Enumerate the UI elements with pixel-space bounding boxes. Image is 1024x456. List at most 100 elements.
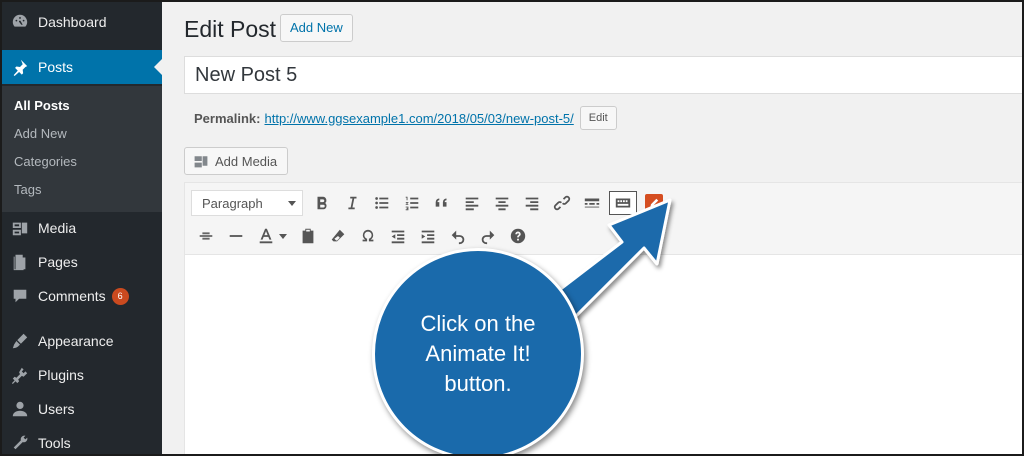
format-select[interactable]: Paragraph bbox=[191, 190, 303, 216]
appearance-icon bbox=[10, 331, 30, 351]
special-character-button[interactable] bbox=[353, 222, 383, 250]
text-color-icon bbox=[259, 228, 273, 244]
align-right-button[interactable] bbox=[517, 189, 547, 217]
instruction-callout: Click on the Animate It! button. bbox=[372, 248, 584, 454]
help-button[interactable] bbox=[503, 222, 533, 250]
animate-it-button[interactable] bbox=[639, 189, 669, 217]
read-more-button[interactable] bbox=[577, 189, 607, 217]
callout-text: Click on the Animate It! button. bbox=[420, 311, 536, 396]
blockquote-button[interactable] bbox=[427, 189, 457, 217]
comments-icon bbox=[10, 286, 30, 306]
post-title-input[interactable]: New Post 5 bbox=[184, 56, 1022, 94]
sidebar-item-plugins[interactable]: Plugins bbox=[2, 358, 162, 392]
sidebar-item-label: Pages bbox=[38, 254, 78, 270]
admin-sidebar: Dashboard Posts All Posts Add New Catego… bbox=[2, 2, 162, 454]
bold-icon bbox=[317, 196, 327, 210]
add-media-button[interactable]: Add Media bbox=[184, 147, 289, 175]
permalink-row: Permalink: http://www.ggsexample1.com/20… bbox=[194, 106, 617, 130]
screenshot-frame: Dashboard Posts All Posts Add New Catego… bbox=[0, 0, 1024, 456]
align-center-icon bbox=[495, 197, 509, 211]
submenu-item-all-posts[interactable]: All Posts bbox=[14, 98, 70, 113]
sidebar-item-tools[interactable]: Tools bbox=[2, 426, 162, 454]
sidebar-item-label: Plugins bbox=[38, 367, 84, 383]
sidebar-item-media[interactable]: Media bbox=[2, 211, 162, 245]
link-icon bbox=[553, 195, 571, 211]
post-editor: Paragraph bbox=[184, 182, 1022, 454]
text-color-button[interactable] bbox=[251, 222, 293, 250]
comments-count-badge: 6 bbox=[111, 287, 129, 305]
paste-as-text-button[interactable] bbox=[293, 222, 323, 250]
align-left-button[interactable] bbox=[457, 189, 487, 217]
italic-icon bbox=[348, 196, 357, 210]
chevron-down-icon bbox=[279, 233, 287, 239]
outdent-icon bbox=[391, 230, 405, 244]
chevron-down-icon bbox=[288, 200, 296, 206]
redo-button[interactable] bbox=[473, 222, 503, 250]
horizontal-line-button[interactable] bbox=[221, 222, 251, 250]
help-icon bbox=[510, 228, 526, 244]
plugins-icon bbox=[10, 365, 30, 385]
sidebar-item-pages[interactable]: Pages bbox=[2, 245, 162, 279]
sidebar-item-dashboard[interactable]: Dashboard bbox=[2, 5, 162, 39]
bold-button[interactable] bbox=[307, 189, 337, 217]
read-more-icon bbox=[584, 198, 600, 208]
toolbar-toggle-button[interactable] bbox=[609, 191, 637, 215]
horizontal-line-icon bbox=[229, 235, 243, 237]
strikethrough-icon bbox=[199, 232, 213, 240]
add-media-icon bbox=[194, 156, 208, 168]
tools-icon bbox=[10, 433, 30, 453]
sidebar-item-label: Dashboard bbox=[38, 14, 107, 30]
keyboard-icon bbox=[615, 198, 631, 208]
toolbar-row-2 bbox=[191, 221, 533, 251]
posts-submenu: All Posts Add New Categories Tags bbox=[2, 86, 162, 212]
bullet-list-button[interactable] bbox=[367, 189, 397, 217]
sidebar-item-label: Media bbox=[38, 220, 77, 236]
users-icon bbox=[10, 399, 30, 419]
editor-toolbar: Paragraph bbox=[185, 183, 1022, 255]
indent-button[interactable] bbox=[413, 222, 443, 250]
permalink-edit-button[interactable]: Edit bbox=[579, 106, 617, 130]
italic-button[interactable] bbox=[337, 189, 367, 217]
redo-icon bbox=[481, 230, 495, 245]
omega-icon bbox=[362, 229, 374, 242]
insert-link-button[interactable] bbox=[547, 189, 577, 217]
sidebar-item-label: Users bbox=[38, 401, 75, 417]
outdent-button[interactable] bbox=[383, 222, 413, 250]
strikethrough-button[interactable] bbox=[191, 222, 221, 250]
add-media-label: Add Media bbox=[215, 153, 278, 169]
undo-button[interactable] bbox=[443, 222, 473, 250]
sidebar-item-appearance[interactable]: Appearance bbox=[2, 324, 162, 358]
undo-icon bbox=[451, 230, 465, 245]
permalink-label: Permalink: bbox=[194, 110, 261, 126]
numbered-list-button[interactable] bbox=[397, 189, 427, 217]
format-select-value: Paragraph bbox=[202, 195, 263, 211]
page-title: Edit Post bbox=[184, 16, 277, 42]
main-content: Edit Post Add New New Post 5 Permalink: … bbox=[162, 2, 1022, 454]
eraser-icon bbox=[331, 229, 345, 242]
align-right-icon bbox=[525, 197, 539, 211]
sidebar-item-posts[interactable]: Posts bbox=[2, 50, 162, 84]
bullet-list-icon bbox=[375, 197, 389, 209]
clear-formatting-button[interactable] bbox=[323, 222, 353, 250]
indent-icon bbox=[421, 230, 435, 244]
active-indicator bbox=[154, 59, 162, 75]
dashboard-icon bbox=[10, 12, 30, 32]
submenu-item-add-new[interactable]: Add New bbox=[14, 126, 67, 141]
sidebar-item-comments[interactable]: Comments 6 bbox=[2, 279, 162, 313]
permalink-link[interactable]: http://www.ggsexample1.com/2018/05/03/ne… bbox=[264, 111, 573, 126]
clipboard-icon bbox=[302, 228, 314, 244]
animate-it-icon bbox=[645, 194, 663, 212]
add-new-button[interactable]: Add New bbox=[280, 14, 353, 42]
media-icon bbox=[10, 218, 30, 238]
blockquote-icon bbox=[435, 198, 447, 207]
numbered-list-icon bbox=[405, 196, 419, 211]
align-center-button[interactable] bbox=[487, 189, 517, 217]
submenu-item-tags[interactable]: Tags bbox=[14, 182, 41, 197]
sidebar-item-users[interactable]: Users bbox=[2, 392, 162, 426]
submenu-item-categories[interactable]: Categories bbox=[14, 154, 77, 169]
pages-icon bbox=[10, 252, 30, 272]
sidebar-item-label: Tools bbox=[38, 435, 71, 451]
sidebar-item-label: Appearance bbox=[38, 333, 114, 349]
pin-icon bbox=[10, 57, 30, 77]
sidebar-item-label: Posts bbox=[38, 59, 74, 75]
